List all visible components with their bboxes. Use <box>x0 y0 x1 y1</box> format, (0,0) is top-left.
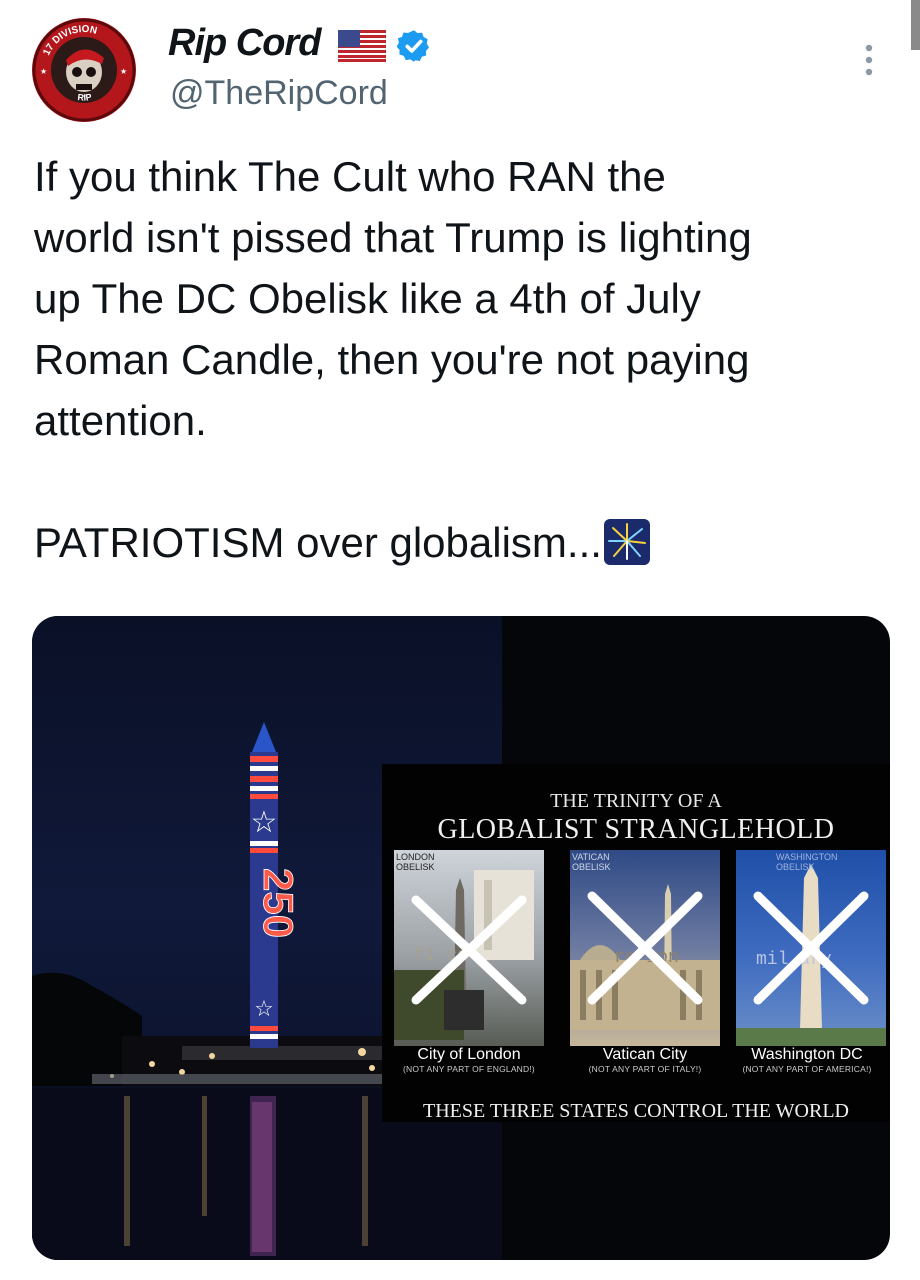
avatar[interactable]: 17 DIVISION RIP ★ ★ <box>32 18 136 122</box>
city-name: City of London <box>417 1046 521 1063</box>
svg-text:RIP: RIP <box>77 92 92 103</box>
display-name[interactable]: Rip Cord <box>168 22 321 65</box>
fireworks-icon <box>603 519 650 565</box>
more-options-icon[interactable] <box>858 40 880 80</box>
tweet-body: If you think The Cult who RAN the world … <box>34 153 752 566</box>
scrollbar[interactable] <box>911 0 920 50</box>
panel-title: GLOBALIST STRANGLEHOLD <box>437 814 835 845</box>
vatican-obelisk-tile: VATICAN OBELISK re ion <box>570 850 720 1046</box>
svg-text:★: ★ <box>40 67 47 76</box>
city-label: Vatican City (NOT ANY PART OF ITALY!) <box>560 1046 730 1074</box>
tile-caption: VATICAN OBELISK <box>572 852 611 872</box>
city-name: Vatican City <box>602 1046 688 1063</box>
avatar-badge: 17 DIVISION RIP ★ ★ <box>32 18 136 122</box>
tweet-media[interactable]: ☆ ☆ 250 THE TRINITY OF A GLOBALIST STRAN… <box>32 616 890 1260</box>
tweet-text: If you think The Cult who RAN the world … <box>34 146 884 573</box>
city-label: Washington DC (NOT ANY PART OF AMERICA!) <box>722 1046 890 1074</box>
svg-text:☆: ☆ <box>254 997 274 1022</box>
avatar-text-bottom: RIP <box>77 92 92 103</box>
us-flag-icon <box>338 30 386 62</box>
author-handle[interactable]: @TheRipCord <box>170 74 388 113</box>
tile-caption: LONDON OBELISK <box>396 852 435 872</box>
washington-obelisk-tile: WASHINGTON OBELISK mil ary <box>736 850 886 1046</box>
city-label: City of London (NOT ANY PART OF ENGLAND!… <box>384 1046 554 1074</box>
city-name: Washington DC <box>751 1046 863 1063</box>
verified-badge-icon[interactable] <box>396 28 432 64</box>
panel-footer: THESE THREE STATES CONTROL THE WORLD <box>423 1100 849 1122</box>
globalist-panel: THE TRINITY OF A GLOBALIST STRANGLEHOLD … <box>382 764 890 1122</box>
city-note: (NOT ANY PART OF AMERICA!) <box>742 1064 872 1074</box>
svg-text:★: ★ <box>120 67 127 76</box>
london-obelisk-tile: LONDON OBELISK fi ce <box>394 850 544 1046</box>
tile-caption: WASHINGTON OBELISK <box>776 852 838 872</box>
panel-subtitle: THE TRINITY OF A <box>550 790 722 812</box>
monument-250-text: 250 <box>255 868 302 938</box>
city-note: (NOT ANY PART OF ENGLAND!) <box>403 1064 535 1074</box>
city-note: (NOT ANY PART OF ITALY!) <box>588 1064 702 1074</box>
svg-text:☆: ☆ <box>251 805 278 840</box>
